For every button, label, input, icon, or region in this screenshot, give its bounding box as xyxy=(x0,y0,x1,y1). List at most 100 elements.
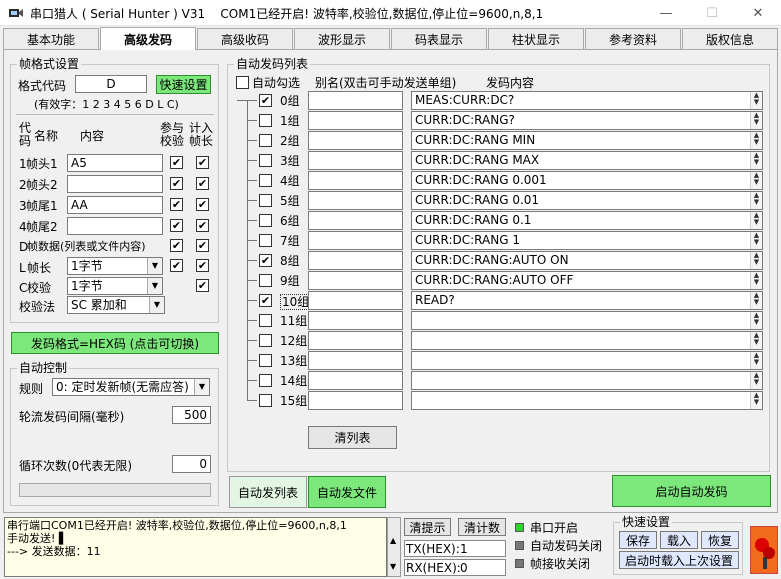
row-content-input[interactable]: CURR:DC:RANG? ▲ ▼ xyxy=(411,111,763,130)
frame-tail1-check-checkbox[interactable]: ✔ xyxy=(170,198,183,211)
row-checkbox[interactable]: ✔ xyxy=(259,254,272,267)
row-checkbox[interactable] xyxy=(259,154,272,167)
row-spinner[interactable]: ▲ ▼ xyxy=(750,252,762,269)
tab-basic[interactable]: 基本功能 xyxy=(3,28,99,49)
frame-checksum-len-checkbox[interactable]: ✔ xyxy=(196,279,209,292)
frame-data-len-checkbox[interactable]: ✔ xyxy=(196,239,209,252)
clear-hint-button[interactable]: 清提示 xyxy=(404,518,451,536)
row-spinner[interactable]: ▲ ▼ xyxy=(750,92,762,109)
frame-tail2-input[interactable] xyxy=(67,217,163,235)
row-alias-input[interactable] xyxy=(308,271,403,290)
tab-auto-send-list[interactable]: 自动发列表 xyxy=(229,476,307,508)
row-spinner[interactable]: ▲ ▼ xyxy=(750,292,762,309)
row-spinner[interactable]: ▲ ▼ xyxy=(750,232,762,249)
tab-auto-send-file[interactable]: 自动发文件 xyxy=(308,476,386,508)
row-spinner[interactable]: ▲ ▼ xyxy=(750,372,762,389)
row-checkbox[interactable] xyxy=(259,234,272,247)
row-content-input[interactable]: CURR:DC:RANG:AUTO OFF ▲ ▼ xyxy=(411,271,763,290)
frame-length-select[interactable]: 1字节 ▼ xyxy=(67,257,163,275)
row-checkbox[interactable] xyxy=(259,174,272,187)
check-method-select[interactable]: SC 累加和 ▼ xyxy=(67,296,165,314)
row-alias-input[interactable] xyxy=(308,231,403,250)
close-button[interactable]: ✕ xyxy=(735,0,781,26)
row-alias-input[interactable] xyxy=(308,351,403,370)
help-icon[interactable] xyxy=(750,526,778,574)
row-spinner[interactable]: ▲ ▼ xyxy=(750,192,762,209)
row-checkbox[interactable] xyxy=(259,354,272,367)
row-spinner[interactable]: ▲ ▼ xyxy=(750,272,762,289)
row-checkbox[interactable] xyxy=(259,214,272,227)
row-content-input[interactable]: ▲ ▼ xyxy=(411,331,763,350)
row-spinner[interactable]: ▲ ▼ xyxy=(750,332,762,349)
row-content-input[interactable]: CURR:DC:RANG 0.001 ▲ ▼ xyxy=(411,171,763,190)
row-checkbox[interactable] xyxy=(259,374,272,387)
row-content-input[interactable]: READ? ▲ ▼ xyxy=(411,291,763,310)
clear-count-button[interactable]: 清计数 xyxy=(458,518,506,536)
row-alias-input[interactable] xyxy=(308,211,403,230)
row-alias-input[interactable] xyxy=(308,391,403,410)
row-spinner[interactable]: ▲ ▼ xyxy=(750,112,762,129)
row-content-input[interactable]: CURR:DC:RANG 0.1 ▲ ▼ xyxy=(411,211,763,230)
start-auto-send-button[interactable]: 启动自动发码 xyxy=(612,475,771,507)
row-checkbox[interactable] xyxy=(259,134,272,147)
row-spinner[interactable]: ▲ ▼ xyxy=(750,172,762,189)
row-content-input[interactable]: ▲ ▼ xyxy=(411,351,763,370)
tab-copyright[interactable]: 版权信息 xyxy=(682,28,778,49)
row-content-input[interactable]: CURR:DC:RANG:AUTO ON ▲ ▼ xyxy=(411,251,763,270)
tab-bar-display[interactable]: 柱状显示 xyxy=(488,28,584,49)
row-content-input[interactable]: MEAS:CURR:DC? ▲ ▼ xyxy=(411,91,763,110)
frame-length-check-checkbox[interactable]: ✔ xyxy=(170,259,183,272)
log-panel[interactable]: 串行端口COM1已经开启! 波特率,校验位,数据位,停止位=9600,n,8,1… xyxy=(4,517,387,577)
maximize-button[interactable]: ☐ xyxy=(689,0,735,26)
tab-code-table[interactable]: 码表显示 xyxy=(391,28,487,49)
rule-select[interactable]: 0: 定时发新帧(无需应答) ▼ xyxy=(52,378,210,396)
load-last-settings-button[interactable]: 启动时载入上次设置 xyxy=(619,551,739,569)
row-content-input[interactable]: ▲ ▼ xyxy=(411,391,763,410)
log-scrollbar[interactable]: ▲ ▼ xyxy=(387,517,401,577)
frame-checksum-select[interactable]: 1字节 ▼ xyxy=(67,277,163,295)
clear-list-button[interactable]: 清列表 xyxy=(308,426,397,449)
row-checkbox[interactable] xyxy=(259,394,272,407)
frame-data-check-checkbox[interactable]: ✔ xyxy=(170,239,183,252)
row-checkbox[interactable] xyxy=(259,114,272,127)
row-spinner[interactable]: ▲ ▼ xyxy=(750,152,762,169)
row-alias-input[interactable] xyxy=(308,91,403,110)
frame-tail1-len-checkbox[interactable]: ✔ xyxy=(196,198,209,211)
row-checkbox[interactable]: ✔ xyxy=(259,294,272,307)
row-alias-input[interactable] xyxy=(308,371,403,390)
frame-tail2-check-checkbox[interactable]: ✔ xyxy=(170,219,183,232)
frame-head1-len-checkbox[interactable]: ✔ xyxy=(196,156,209,169)
frame-head2-check-checkbox[interactable]: ✔ xyxy=(170,177,183,190)
row-content-input[interactable]: CURR:DC:RANG 1 ▲ ▼ xyxy=(411,231,763,250)
row-alias-input[interactable] xyxy=(308,191,403,210)
row-alias-input[interactable] xyxy=(308,311,403,330)
row-alias-input[interactable] xyxy=(308,171,403,190)
row-content-input[interactable]: ▲ ▼ xyxy=(411,311,763,330)
row-alias-input[interactable] xyxy=(308,331,403,350)
frame-length-len-checkbox[interactable]: ✔ xyxy=(196,259,209,272)
row-checkbox[interactable] xyxy=(259,314,272,327)
row-content-input[interactable]: CURR:DC:RANG MIN ▲ ▼ xyxy=(411,131,763,150)
tab-waveform[interactable]: 波形显示 xyxy=(294,28,390,49)
row-checkbox[interactable] xyxy=(259,274,272,287)
format-code-input[interactable]: D xyxy=(75,75,147,93)
save-button[interactable]: 保存 xyxy=(619,531,657,549)
row-checkbox[interactable]: ✔ xyxy=(259,94,272,107)
frame-head1-check-checkbox[interactable]: ✔ xyxy=(170,156,183,169)
frame-head1-input[interactable]: A5 xyxy=(67,154,163,172)
row-content-input[interactable]: CURR:DC:RANG 0.01 ▲ ▼ xyxy=(411,191,763,210)
minimize-button[interactable]: — xyxy=(643,0,689,26)
tab-advanced-recv[interactable]: 高级收码 xyxy=(197,28,293,49)
row-content-input[interactable]: CURR:DC:RANG MAX ▲ ▼ xyxy=(411,151,763,170)
row-content-input[interactable]: ▲ ▼ xyxy=(411,371,763,390)
row-alias-input[interactable] xyxy=(308,291,403,310)
row-spinner[interactable]: ▲ ▼ xyxy=(750,212,762,229)
row-spinner[interactable]: ▲ ▼ xyxy=(750,392,762,409)
tab-advanced-send[interactable]: 高级发码 xyxy=(100,27,196,50)
loop-count-input[interactable]: 0 xyxy=(172,455,211,473)
row-alias-input[interactable] xyxy=(308,151,403,170)
frame-tail2-len-checkbox[interactable]: ✔ xyxy=(196,219,209,232)
load-button[interactable]: 载入 xyxy=(660,531,698,549)
quick-setup-button[interactable]: 快速设置 xyxy=(156,75,211,94)
row-checkbox[interactable] xyxy=(259,334,272,347)
